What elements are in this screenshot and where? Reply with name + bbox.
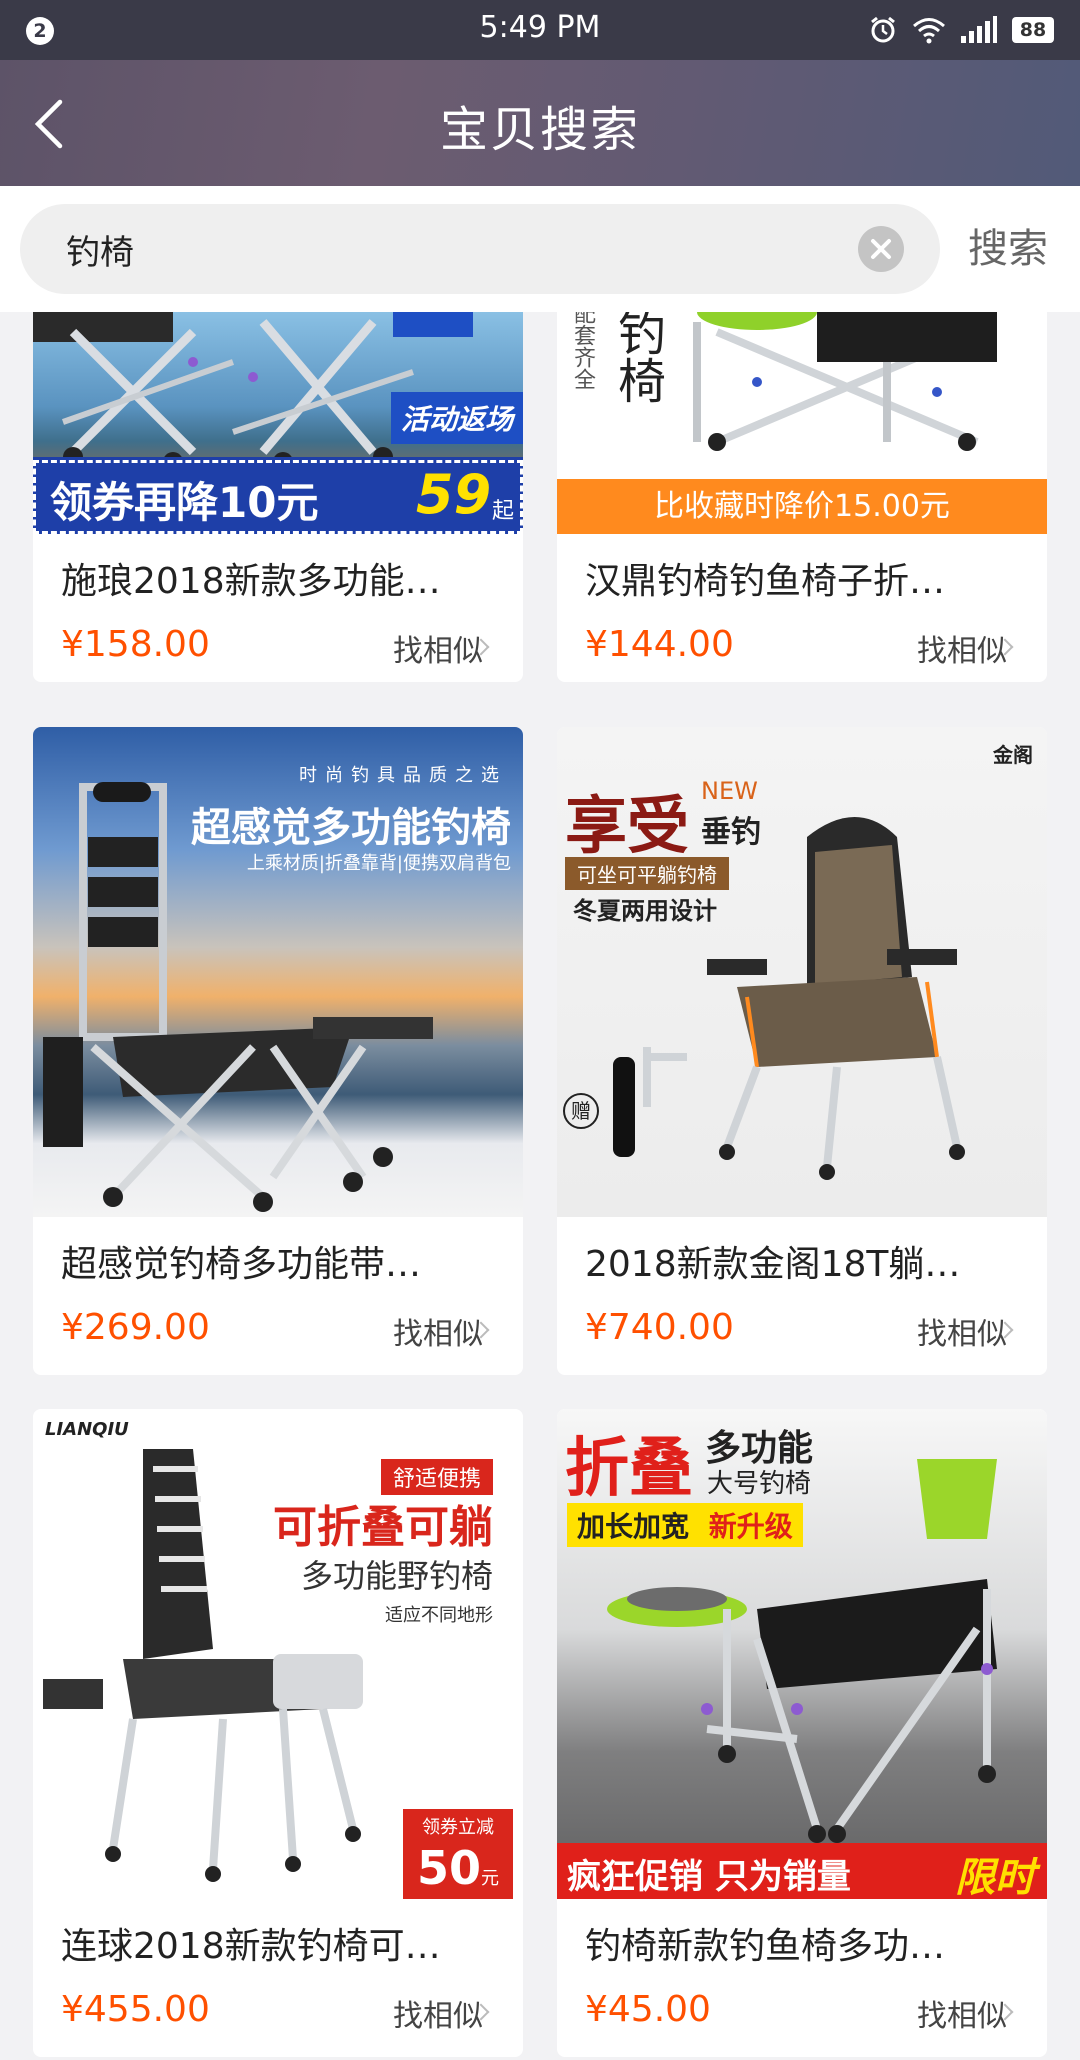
coupon-banner: 领券再降10元 59 起 bbox=[33, 457, 523, 534]
battery-icon: 88 bbox=[1012, 17, 1054, 43]
promo-banner-text: 疯狂促销 只为销量 bbox=[567, 1857, 851, 1897]
product-info: 超感觉钓椅多功能带… ¥269.00 找相似 bbox=[33, 1217, 523, 1375]
product-price: ¥45.00 bbox=[585, 1989, 711, 2030]
nav-bar: 宝贝搜索 bbox=[0, 60, 1080, 186]
coupon-badge-unit: 元 bbox=[481, 1868, 499, 1889]
product-name: 超感觉钓椅多功能带… bbox=[61, 1244, 422, 1285]
promo-banner-hot: 限时 bbox=[955, 1855, 1035, 1899]
product-image: 折叠 多功能 大号钓椅 加长加宽 新升级 疯狂促销 只为销量 限时 bbox=[557, 1409, 1047, 1899]
search-box bbox=[20, 204, 940, 294]
product-card[interactable]: 折叠 多功能 大号钓椅 加长加宽 新升级 疯狂促销 只为销量 限时 钓椅新款钓鱼… bbox=[557, 1409, 1047, 2057]
product-info: 2018新款金阁18T躺… ¥740.00 找相似 bbox=[557, 1217, 1047, 1375]
product-card[interactable]: 时尚钓具品质之选 超感觉多功能钓椅 上乘材质|折叠靠背|便携双肩背包 超感觉钓椅… bbox=[33, 727, 523, 1375]
product-price: ¥158.00 bbox=[61, 624, 210, 665]
product-name: 施琅2018新款多功能… bbox=[61, 561, 441, 602]
product-card[interactable]: 配套齐全 钓椅 比收藏时降价15.00元 汉鼎钓椅钓鱼椅子折… ¥144.00 … bbox=[557, 312, 1047, 682]
coupon-badge-top: 领券立减 bbox=[422, 1817, 494, 1838]
find-similar-link[interactable]: 找相似 bbox=[393, 1991, 483, 2035]
product-image: LIANQIU 舒适便携 可折叠可躺 多功能野钓椅 适应不同地形 领券立减 50… bbox=[33, 1409, 523, 1899]
wifi-icon bbox=[913, 18, 945, 44]
coupon-banner-suffix: 起 bbox=[492, 499, 515, 524]
product-name: 2018新款金阁18T躺… bbox=[585, 1244, 961, 1285]
clear-search-button[interactable] bbox=[858, 226, 904, 272]
signal-icon bbox=[961, 16, 997, 43]
promo-banner: 疯狂促销 只为销量 限时 bbox=[557, 1843, 1047, 1899]
product-name: 汉鼎钓椅钓鱼椅子折… bbox=[585, 561, 946, 602]
chair-illustration bbox=[613, 817, 965, 1180]
product-grid: 活动返场 领券再降10元 59 起 施琅2018新款多功能… ¥158.00 找… bbox=[0, 312, 1080, 2060]
product-image: 活动返场 领券再降10元 59 起 bbox=[33, 312, 523, 534]
product-image: 配套齐全 钓椅 比收藏时降价15.00元 bbox=[557, 312, 1047, 534]
chair-illustration bbox=[607, 1459, 997, 1843]
find-similar-link[interactable]: 找相似 bbox=[393, 626, 483, 670]
search-button[interactable]: 搜索 bbox=[968, 186, 1048, 312]
product-card[interactable]: LIANQIU 舒适便携 可折叠可躺 多功能野钓椅 适应不同地形 领券立减 50… bbox=[33, 1409, 523, 2057]
product-name: 连球2018新款钓椅可… bbox=[61, 1926, 441, 1967]
search-input[interactable] bbox=[66, 204, 846, 294]
product-card[interactable]: 活动返场 领券再降10元 59 起 施琅2018新款多功能… ¥158.00 找… bbox=[33, 312, 523, 682]
product-card[interactable]: 金阁 享受 NEW 垂钓 可坐可平躺钓椅 冬夏两用设计 赠 2018新款金阁18… bbox=[557, 727, 1047, 1375]
product-info: 钓椅新款钓鱼椅多功… ¥45.00 找相似 bbox=[557, 1899, 1047, 2057]
coupon-badge: 领券立减 50元 bbox=[403, 1809, 513, 1899]
coupon-banner-price: 59 bbox=[416, 463, 492, 526]
product-info: 连球2018新款钓椅可… ¥455.00 找相似 bbox=[33, 1899, 523, 2057]
search-bar: 搜索 bbox=[0, 186, 1080, 312]
find-similar-link[interactable]: 找相似 bbox=[393, 1309, 483, 1353]
coupon-badge-value: 50 bbox=[416, 1841, 481, 1895]
product-info: 汉鼎钓椅钓鱼椅子折… ¥144.00 找相似 bbox=[557, 534, 1047, 682]
product-image: 时尚钓具品质之选 超感觉多功能钓椅 上乘材质|折叠靠背|便携双肩背包 bbox=[33, 727, 523, 1217]
page-title: 宝贝搜索 bbox=[439, 102, 640, 158]
alarm-icon bbox=[871, 16, 895, 43]
activity-badge: 活动返场 bbox=[390, 392, 523, 444]
product-price: ¥455.00 bbox=[61, 1989, 210, 2030]
coupon-banner-text: 领券再降10元 bbox=[50, 478, 319, 527]
find-similar-link[interactable]: 找相似 bbox=[917, 1309, 1007, 1353]
product-info: 施琅2018新款多功能… ¥158.00 找相似 bbox=[33, 534, 523, 682]
product-price: ¥144.00 bbox=[585, 624, 734, 665]
find-similar-link[interactable]: 找相似 bbox=[917, 1991, 1007, 2035]
close-icon bbox=[871, 239, 891, 259]
chair-illustration bbox=[43, 782, 433, 1212]
product-price: ¥740.00 bbox=[585, 1307, 734, 1348]
product-name: 钓椅新款钓鱼椅多功… bbox=[585, 1926, 946, 1967]
price-drop-banner: 比收藏时降价15.00元 bbox=[557, 479, 1047, 534]
product-image: 金阁 享受 NEW 垂钓 可坐可平躺钓椅 冬夏两用设计 赠 bbox=[557, 727, 1047, 1217]
product-price: ¥269.00 bbox=[61, 1307, 210, 1348]
status-bar: 2 5:49 PM 88 bbox=[0, 0, 1080, 60]
find-similar-link[interactable]: 找相似 bbox=[917, 626, 1007, 670]
status-icons: 88 bbox=[868, 14, 1054, 46]
coupon-badge-value-row: 50元 bbox=[403, 1841, 513, 1895]
